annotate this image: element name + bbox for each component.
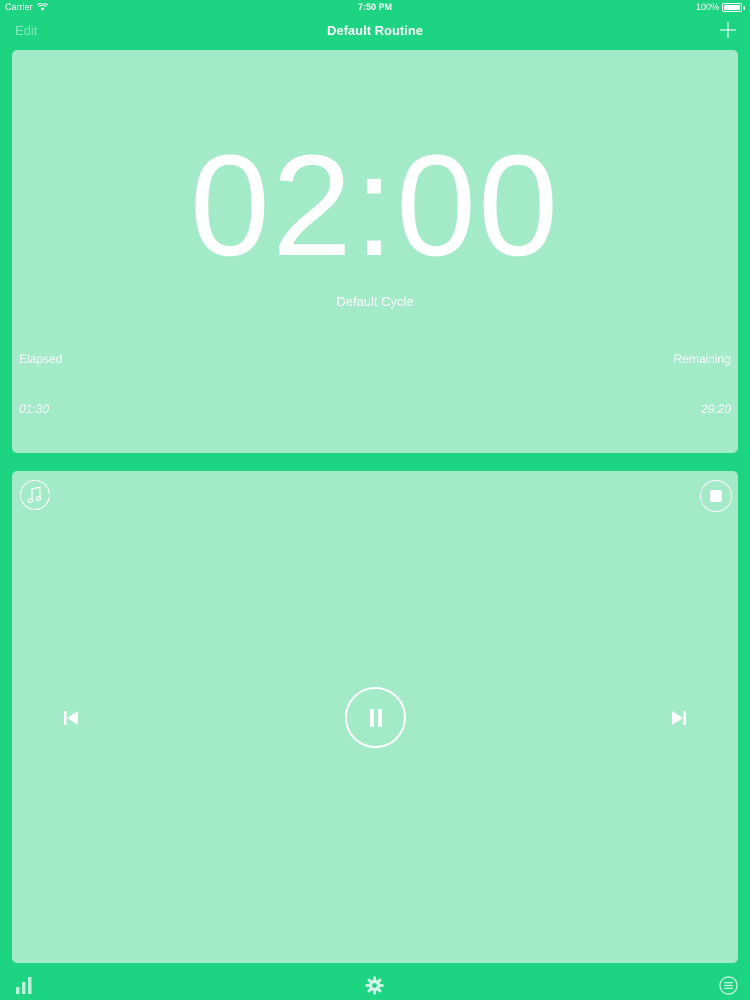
remaining-value: 29:20: [700, 402, 731, 416]
stop-icon: [710, 490, 722, 502]
add-icon[interactable]: [718, 20, 738, 40]
tab-bar: [0, 968, 750, 1000]
stats-icon[interactable]: [15, 976, 33, 994]
skip-next-icon[interactable]: [670, 709, 688, 727]
music-note-icon: [27, 486, 42, 503]
skip-previous-icon[interactable]: [62, 709, 80, 727]
settings-gear-icon[interactable]: [365, 976, 384, 995]
status-time: 7:50 PM: [357, 2, 392, 12]
cycle-name: Default Cycle: [336, 294, 414, 309]
timer-card: 02:00 Default Cycle Elapsed Remaining 01…: [12, 50, 738, 453]
pause-icon: [369, 708, 382, 727]
battery-tip: [743, 5, 745, 10]
page-title: Default Routine: [326, 23, 424, 38]
elapsed-label: Elapsed: [19, 352, 63, 366]
status-bar: Carrier 7:50 PM 100%: [0, 0, 750, 14]
navigation-bar: Edit Default Routine: [0, 14, 750, 48]
status-right: 100%: [696, 0, 745, 14]
battery-percent: 100%: [695, 2, 719, 12]
countdown-display: 02:00: [189, 125, 561, 286]
remaining-label: Remaining: [673, 352, 731, 366]
battery-icon: [722, 3, 742, 12]
pause-button[interactable]: [345, 687, 406, 748]
player-card: [12, 471, 738, 963]
list-icon[interactable]: [719, 976, 738, 995]
stop-button[interactable]: [700, 480, 732, 512]
music-button[interactable]: [20, 480, 50, 510]
elapsed-value: 01:30: [19, 402, 50, 416]
